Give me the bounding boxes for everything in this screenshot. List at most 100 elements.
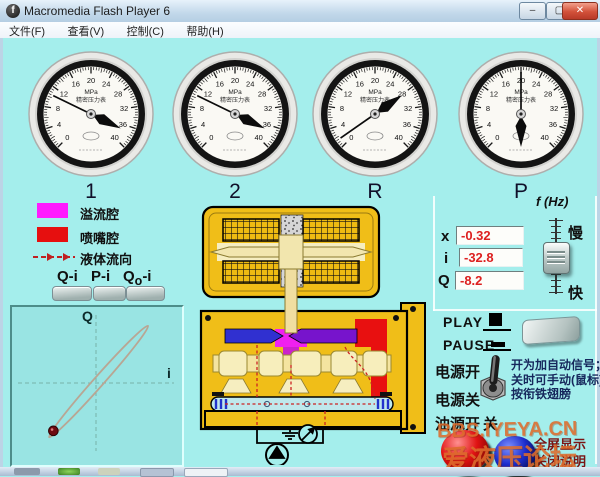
svg-text:0: 0 [65,133,69,142]
close-button[interactable]: ✕ [562,2,598,20]
pressure-gauge-r: 0481216202428323640MPa精密压力表 R [311,50,439,178]
tank-icon [282,433,298,439]
pump-icon [266,444,288,465]
svg-text:32: 32 [120,104,128,113]
svg-text:16: 16 [356,80,364,89]
coil-lower-left [223,261,279,283]
svg-text:32: 32 [264,104,272,113]
svg-text:MPa: MPa [368,89,382,96]
menu-help[interactable]: 帮助(H) [177,22,232,39]
coil-lower-right [303,261,359,283]
svg-text:20: 20 [87,76,95,85]
y-axis-label: Q [82,308,93,324]
title-bar[interactable]: f Macromedia Flash Player 6 – ▢ ✕ [0,0,600,23]
legend-swatch-overflow [37,203,68,218]
flapper [285,269,297,333]
hysteresis-loop [45,323,151,441]
svg-text:精密压力表: 精密压力表 [220,96,250,104]
taskbar-app-icon-1[interactable] [58,468,80,475]
svg-text:24: 24 [246,80,254,89]
pressure-gauge-p: 0481216202428323640MPa精密压力表 P [457,50,585,178]
gauge-label-r: R [311,180,439,204]
svg-text:MPa: MPa [84,89,98,96]
pause-indicator-base [483,349,511,351]
taskbar-app-icon-2[interactable] [98,468,120,475]
divider-vertical [433,196,435,311]
pressure-gauge-icon [299,425,317,443]
curve-button-qo-i[interactable] [126,286,165,301]
frequency-label: f (Hz) [536,194,569,209]
svg-text:36: 36 [549,120,557,129]
menu-view[interactable]: 查看(V) [59,22,114,39]
svg-text:20: 20 [371,76,379,85]
readout-q-label: Q [438,272,450,289]
flow-direction-arrow-icon [33,252,75,262]
menu-control[interactable]: 控制(C) [118,22,173,39]
hydraulic-circuit [257,425,323,465]
svg-text:12: 12 [60,90,68,99]
svg-text:40: 40 [395,133,403,142]
svg-text:12: 12 [204,90,212,99]
svg-text:40: 40 [111,133,119,142]
current-point-marker [49,426,59,436]
legend-label-nozzle: 喷嘴腔 [80,228,119,247]
slider-fast-label: 快 [568,282,583,303]
svg-text:8: 8 [56,104,60,113]
play-label: PLAY [443,314,483,330]
svg-text:8: 8 [200,104,204,113]
svg-text:4: 4 [201,120,205,129]
coil-upper-left [223,219,279,241]
curve-button-q-i[interactable] [52,286,92,301]
svg-text:16: 16 [72,80,80,89]
servo-valve-diagram [195,203,430,465]
svg-text:0: 0 [349,133,353,142]
svg-text:12: 12 [344,90,352,99]
svg-text:28: 28 [258,90,266,99]
curve-button-p-i[interactable] [93,286,126,301]
readout-x-value: -0.32 [456,226,524,245]
legend-label-flow: 液体流向 [80,249,132,268]
window-title: Macromedia Flash Player 6 [24,4,170,18]
power-note-line1: 开为加自动信号； [511,358,600,372]
x-axis-label: i [167,365,171,381]
curve-label-qo-i: Qo-i [123,268,151,288]
svg-text:40: 40 [541,133,549,142]
coil-upper-right [303,219,359,241]
curve-label-q-i: Q-i [57,268,78,288]
svg-text:16: 16 [216,80,224,89]
svg-text:0: 0 [209,133,213,142]
svg-text:精密压力表: 精密压力表 [76,96,106,104]
power-note-line3: 按衔铁翅膀 [511,387,571,401]
svg-text:32: 32 [550,104,558,113]
svg-text:20: 20 [231,76,239,85]
legend-label-overflow: 溢流腔 [80,204,119,223]
svg-text:36: 36 [403,120,411,129]
taskbar-start-icon[interactable] [14,468,40,475]
freq-slider-knob[interactable] [543,242,570,274]
minimize-button[interactable]: – [519,2,546,20]
power-note-line2: 关时可手动(鼠标) [511,373,600,387]
svg-text:4: 4 [487,120,491,129]
taskbar[interactable] [0,467,600,476]
svg-text:32: 32 [404,104,412,113]
divider-right-edge [595,196,597,464]
gauge-label-2: 2 [171,180,299,204]
flash-player-icon: f [6,4,20,18]
svg-text:0: 0 [495,133,499,142]
svg-text:4: 4 [57,120,61,129]
menu-file[interactable]: 文件(F) [0,22,54,39]
svg-text:24: 24 [386,80,394,89]
qi-graph-plot [12,307,178,461]
play-pause-button[interactable] [522,316,580,345]
nozzle-right [289,329,357,343]
svg-text:8: 8 [486,104,490,113]
svg-text:4: 4 [341,120,345,129]
power-toggle-switch[interactable] [476,353,510,405]
divider-horizontal [433,309,597,311]
readout-q-value: -8.2 [455,271,524,290]
play-indicator-icon[interactable] [489,313,502,326]
power-off-label: 电源关 [435,389,480,410]
svg-text:MPa: MPa [228,89,242,96]
curve-label-p-i: P-i [91,268,110,288]
pause-indicator-icon[interactable] [491,342,505,347]
